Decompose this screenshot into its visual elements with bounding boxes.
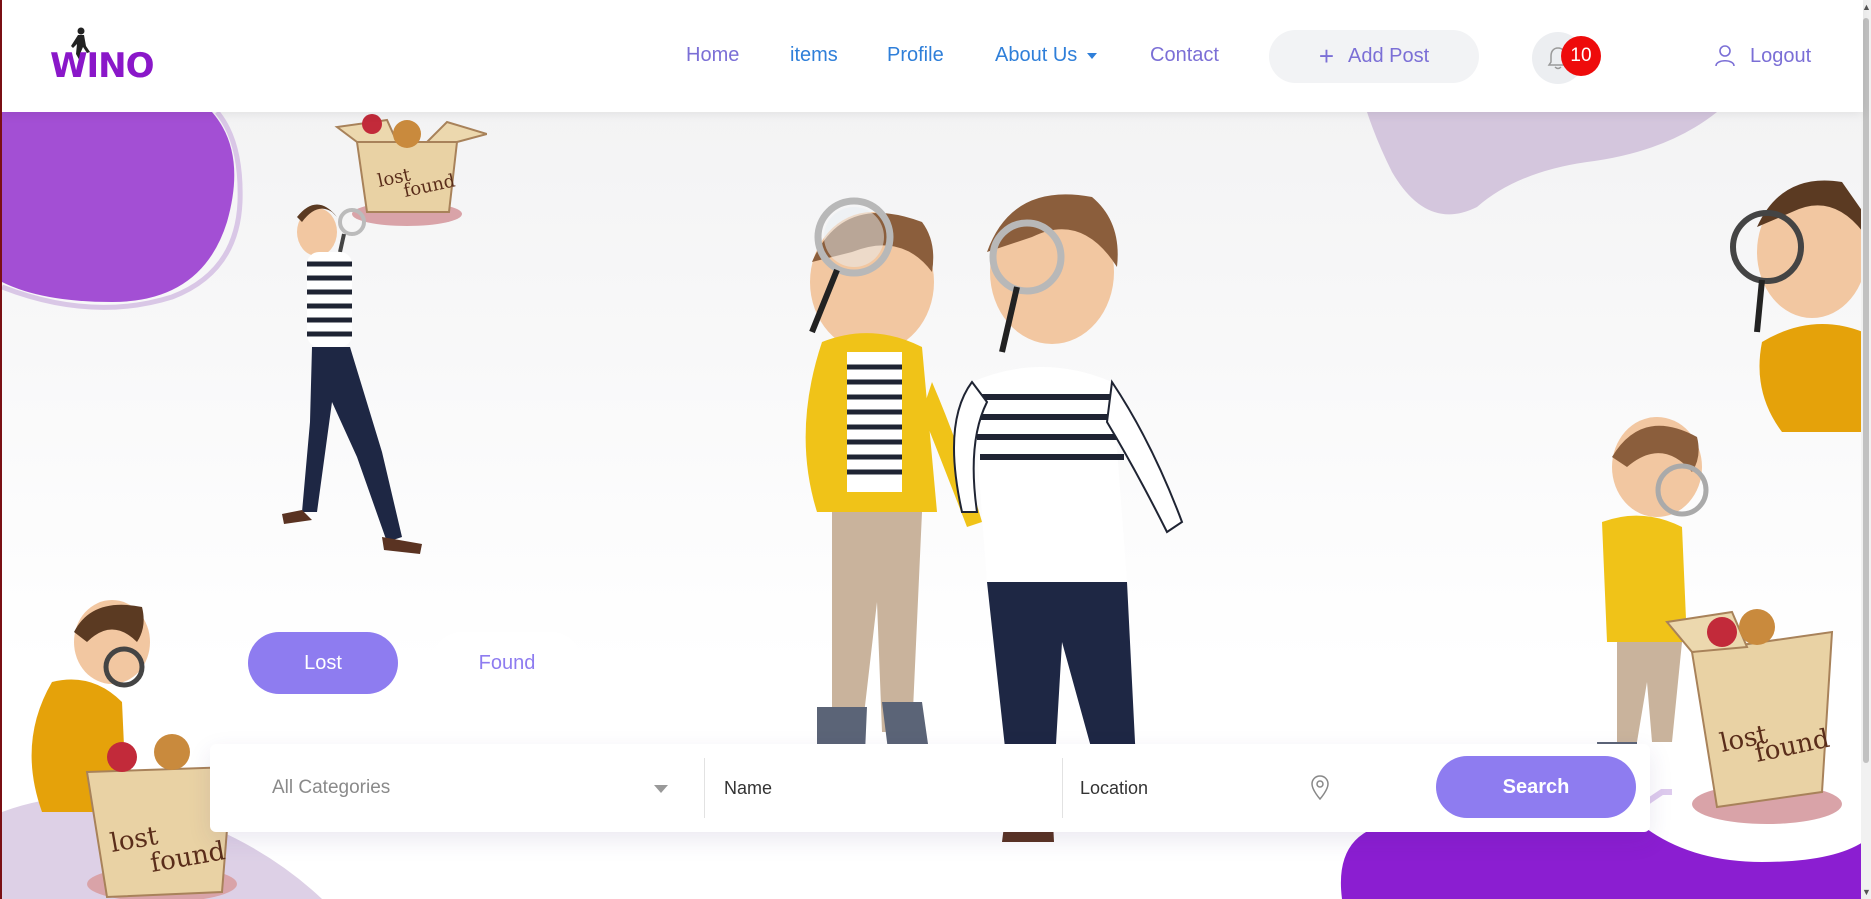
search-bar: All Categories Name Location Search xyxy=(210,744,1650,832)
page: WINO Home items Profile About Us Contact… xyxy=(0,0,1871,899)
page-scrollbar[interactable]: ▲ ▼ xyxy=(1861,0,1871,899)
peeking-man-illustration-right xyxy=(1730,180,1863,432)
main-nav: Home items Profile About Us Contact + Ad… xyxy=(2,0,1863,112)
man-with-magnifier-illustration-left xyxy=(282,204,422,554)
category-selected-value: All Categories xyxy=(272,777,391,798)
nav-profile[interactable]: Profile xyxy=(887,44,944,67)
location-input[interactable]: Location xyxy=(1080,744,1380,832)
top-navbar: WINO Home items Profile About Us Contact… xyxy=(2,0,1863,112)
chevron-down-icon[interactable] xyxy=(654,785,668,793)
nav-about-us[interactable]: About Us xyxy=(995,44,1098,67)
logout-label: Logout xyxy=(1750,44,1812,67)
notification-count-badge[interactable]: 10 xyxy=(1561,36,1601,76)
logout-button[interactable]: Logout xyxy=(1714,44,1811,68)
search-button[interactable]: Search xyxy=(1436,756,1636,818)
tab-lost[interactable]: Lost xyxy=(248,632,398,694)
name-input[interactable]: Name xyxy=(724,744,1064,832)
nav-contact[interactable]: Contact xyxy=(1150,44,1219,67)
plus-icon: + xyxy=(1318,41,1334,71)
user-icon xyxy=(1715,45,1735,67)
location-pin-icon xyxy=(1311,775,1329,801)
search-divider xyxy=(1062,758,1063,818)
chevron-down-icon xyxy=(1087,52,1098,59)
add-post-label: Add Post xyxy=(1348,45,1430,67)
scrollbar-thumb[interactable] xyxy=(1863,18,1869,763)
purple-blob-top-left xyxy=(2,112,243,310)
active-tab-pointer xyxy=(313,732,337,744)
tab-found[interactable]: Found xyxy=(432,632,582,694)
add-post-button[interactable]: + Add Post xyxy=(1269,30,1479,83)
scroll-down-icon[interactable]: ▼ xyxy=(1862,887,1871,897)
scroll-up-icon[interactable]: ▲ xyxy=(1862,2,1871,12)
nav-items[interactable]: items xyxy=(790,44,838,67)
category-select[interactable]: All Categories xyxy=(272,744,672,832)
lilac-blob-top-right xyxy=(1367,112,1717,215)
search-divider xyxy=(704,758,705,818)
nav-about-label: About Us xyxy=(995,44,1078,66)
nav-home[interactable]: Home xyxy=(686,44,739,67)
